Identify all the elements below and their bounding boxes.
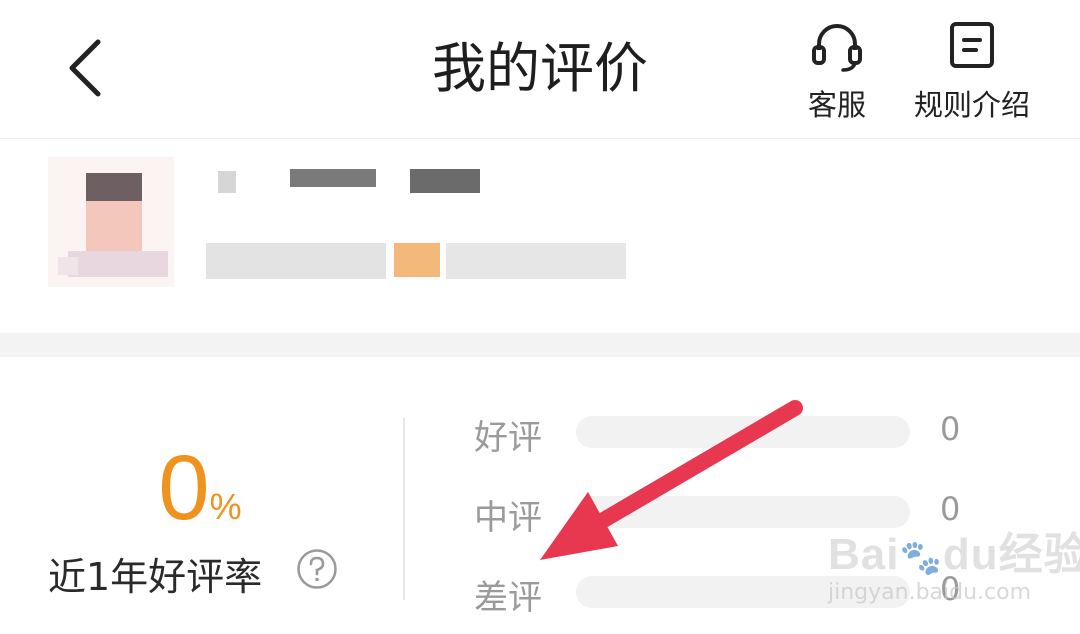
positive-rate-unit: % xyxy=(209,486,242,527)
page-title: 我的评价 xyxy=(432,37,648,100)
avatar xyxy=(48,157,174,287)
baidu-jingyan-watermark: Bai🐾du经验 jingyan.baidu.com xyxy=(828,518,1080,618)
customer-service-button[interactable]: 客服 xyxy=(800,18,874,124)
rate-help-button[interactable] xyxy=(296,548,338,590)
paw-icon: 🐾 xyxy=(899,539,943,577)
vertical-divider xyxy=(403,418,405,600)
document-icon xyxy=(950,22,994,68)
headset-icon xyxy=(812,24,862,72)
watermark-url: jingyan.baidu.com xyxy=(828,580,1032,605)
positive-rate-value: 0 xyxy=(158,437,210,539)
watermark-brand: Bai🐾du经验 xyxy=(828,530,1080,579)
question-circle-icon xyxy=(297,549,337,589)
annotation-arrow-icon xyxy=(540,400,803,560)
positive-rate: 0% xyxy=(0,438,400,538)
rules-intro-label: 规则介绍 xyxy=(913,88,1030,122)
top-bar: 我的评价 客服 规则介绍 xyxy=(0,0,1080,139)
user-profile-card xyxy=(0,139,1080,333)
section-divider xyxy=(0,333,1080,357)
customer-service-label: 客服 xyxy=(807,88,866,122)
positive-rate-block: 0% 近1年好评率 xyxy=(0,420,400,620)
rules-intro-button[interactable]: 规则介绍 xyxy=(908,18,1036,124)
back-button[interactable] xyxy=(62,36,110,100)
chevron-left-icon xyxy=(69,39,101,97)
rating-count: 0 xyxy=(940,410,961,448)
rating-label: 差评 xyxy=(474,578,542,618)
positive-rate-label: 近1年好评率 xyxy=(48,555,263,599)
